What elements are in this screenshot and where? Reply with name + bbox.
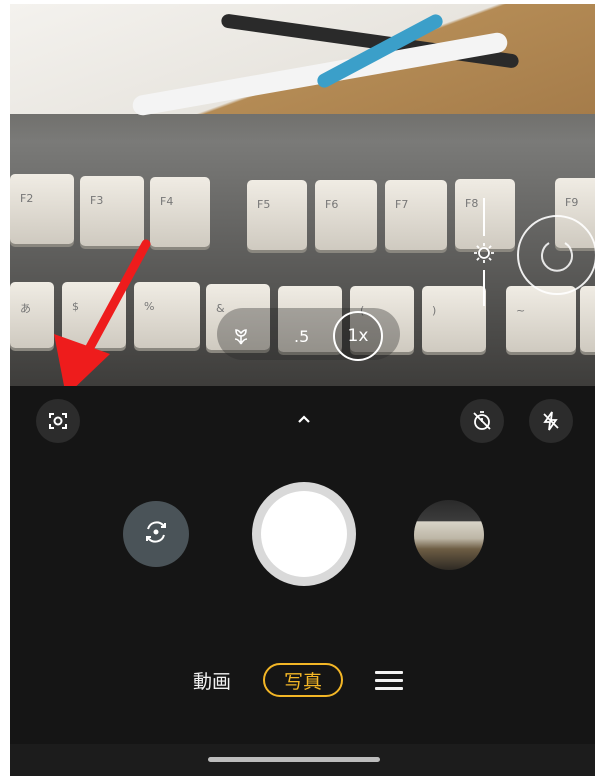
camera-app: F2 F3 F4 F5 F6 F7 F8 F9 あ $ % & ( ) ~ .5…	[10, 4, 595, 776]
switch-camera-button[interactable]	[123, 501, 189, 567]
flash-off-icon[interactable]	[529, 399, 573, 443]
timer-off-icon[interactable]	[460, 399, 504, 443]
sun-icon[interactable]	[471, 240, 497, 266]
shutter-button-inner	[261, 491, 347, 577]
zoom-option-0.5[interactable]: .5	[294, 327, 309, 346]
menu-icon[interactable]	[375, 671, 403, 695]
exposure-slider-track[interactable]	[483, 198, 485, 236]
keycap	[580, 286, 595, 352]
viewfinder[interactable]: F2 F3 F4 F5 F6 F7 F8 F9 あ $ % & ( ) ~ .5…	[10, 4, 595, 386]
keycap: ~	[506, 286, 576, 352]
keycap: )	[422, 286, 486, 352]
mode-video[interactable]: 動画	[193, 667, 231, 694]
shutter-button[interactable]	[252, 482, 356, 586]
switch-camera-icon	[141, 517, 171, 551]
chevron-up-icon[interactable]	[288, 404, 320, 436]
gallery-thumbnail[interactable]	[414, 500, 484, 570]
keycap: F6	[315, 180, 377, 250]
flower-macro-icon[interactable]	[224, 318, 258, 352]
focus-ring	[517, 215, 595, 295]
keycap: F7	[385, 180, 447, 250]
exposure-slider-track[interactable]	[483, 270, 485, 306]
keycap: F5	[247, 180, 307, 250]
lens-icon[interactable]	[36, 399, 80, 443]
mode-photo[interactable]: 写真	[263, 663, 343, 697]
zoom-option-1x[interactable]: 1x	[333, 311, 383, 361]
home-indicator[interactable]	[208, 757, 380, 762]
keycap: F8	[455, 179, 515, 249]
annotation-arrow	[54, 239, 151, 386]
